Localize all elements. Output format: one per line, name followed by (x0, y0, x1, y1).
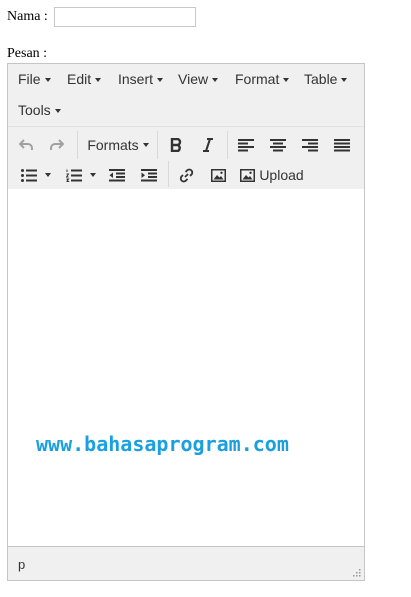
align-left-icon (238, 138, 254, 151)
align-center-icon (270, 138, 286, 151)
chevron-down-icon (157, 78, 164, 83)
chevron-down-icon (90, 173, 96, 177)
editor-content-area[interactable]: www.bahasaprogram.com (8, 189, 364, 547)
chevron-down-icon (283, 78, 290, 83)
indent-button[interactable] (138, 163, 160, 187)
editor-statusbar: p (8, 546, 364, 580)
editor-toolbar: Formats Upload (8, 127, 364, 190)
menu-edit[interactable]: Edit (67, 71, 102, 87)
menu-insert[interactable]: Insert (118, 71, 164, 87)
name-input[interactable] (53, 7, 196, 27)
redo-button[interactable] (47, 133, 67, 157)
menu-tools[interactable]: Tools (18, 102, 61, 118)
image-icon (210, 168, 226, 182)
upload-button[interactable]: Upload (240, 163, 304, 187)
toolbar-separator (227, 131, 228, 159)
menu-file-label: File (18, 71, 41, 87)
resize-handle-icon[interactable] (352, 568, 361, 577)
menu-view[interactable]: View (178, 71, 219, 87)
toolbar-separator (157, 131, 158, 159)
align-right-button[interactable] (299, 133, 321, 157)
italic-button[interactable] (197, 133, 219, 157)
toolbar-separator (77, 131, 78, 159)
chevron-down-icon (44, 78, 51, 83)
upload-label: Upload (259, 167, 304, 183)
element-path[interactable]: p (18, 557, 25, 572)
toolbar-separator (168, 161, 169, 187)
align-left-button[interactable] (235, 133, 257, 157)
chevron-down-icon (95, 78, 102, 83)
link-button[interactable] (175, 163, 197, 187)
outdent-icon (109, 168, 125, 181)
align-justify-icon (334, 138, 350, 151)
name-row: Nama : (7, 6, 196, 28)
formats-label: Formats (87, 137, 139, 153)
italic-icon (203, 138, 213, 152)
menu-tools-label: Tools (18, 102, 51, 118)
outdent-button[interactable] (106, 163, 128, 187)
menu-file[interactable]: File (18, 71, 51, 87)
link-icon (179, 168, 193, 182)
rich-text-editor: File Edit Insert View Format Table Tools… (7, 63, 365, 581)
name-label: Nama : (7, 9, 48, 24)
message-label: Pesan : (7, 46, 48, 61)
menu-view-label: View (178, 71, 209, 87)
chevron-down-icon (142, 143, 149, 147)
redo-icon (50, 139, 64, 150)
align-right-icon (302, 138, 318, 151)
menu-insert-label: Insert (118, 71, 154, 87)
bullet-list-button[interactable] (18, 163, 54, 187)
numbered-list-icon (66, 169, 82, 182)
numbered-list-button[interactable] (63, 163, 99, 187)
menu-table[interactable]: Table (304, 71, 348, 87)
image-button[interactable] (207, 163, 229, 187)
align-center-button[interactable] (267, 133, 289, 157)
bullet-list-icon (21, 168, 37, 182)
menu-format-label: Format (235, 71, 280, 87)
menu-format[interactable]: Format (235, 71, 290, 87)
undo-icon (19, 139, 33, 150)
chevron-down-icon (45, 173, 51, 177)
align-justify-button[interactable] (331, 133, 353, 157)
chevron-down-icon (212, 78, 219, 83)
bold-button[interactable] (165, 133, 187, 157)
chevron-down-icon (54, 109, 61, 114)
menu-edit-label: Edit (67, 71, 92, 87)
editor-menubar: File Edit Insert View Format Table Tools (8, 64, 364, 127)
menu-table-label: Table (304, 71, 338, 87)
indent-icon (141, 168, 157, 181)
formats-dropdown[interactable]: Formats (86, 133, 150, 157)
chevron-down-icon (341, 78, 348, 83)
undo-button[interactable] (16, 133, 36, 157)
upload-image-icon (240, 168, 256, 182)
watermark-text: www.bahasaprogram.com (36, 432, 289, 456)
bold-icon (170, 138, 182, 152)
